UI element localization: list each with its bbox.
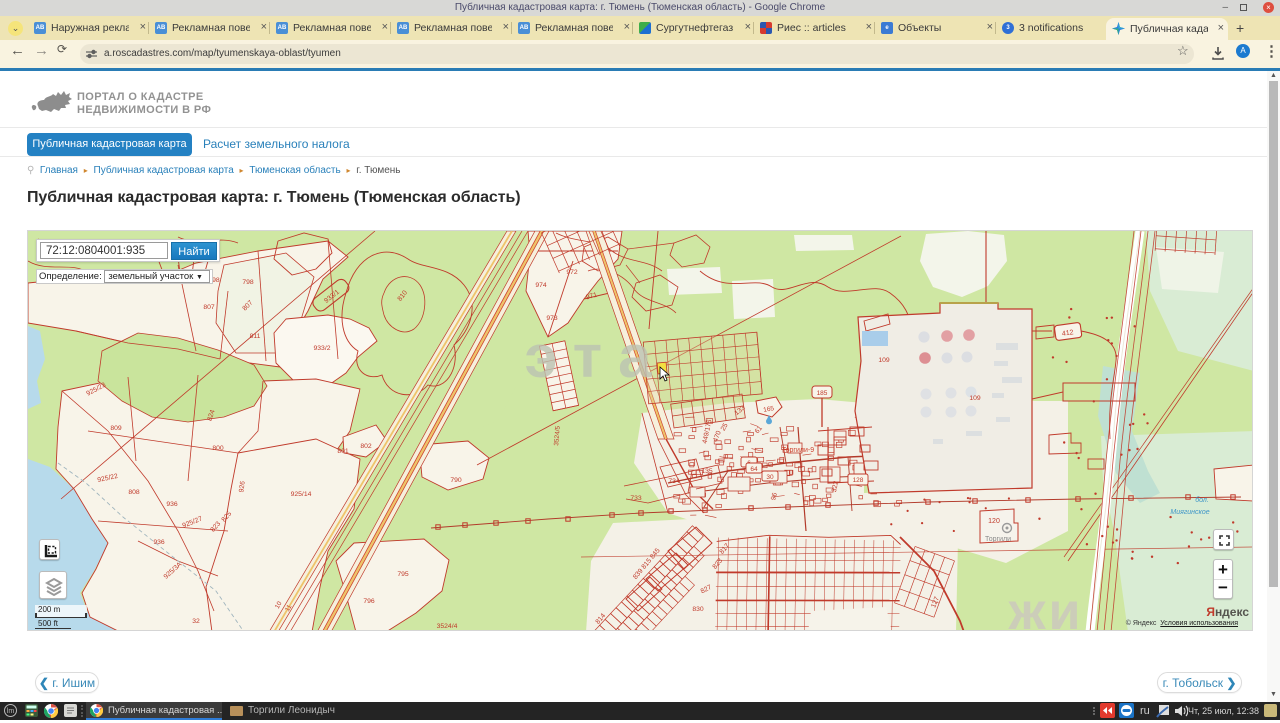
svg-text:973: 973 <box>546 315 558 322</box>
svg-text:790: 790 <box>450 477 462 484</box>
svg-text:3524/4: 3524/4 <box>437 623 458 630</box>
svg-text:972: 972 <box>566 269 578 276</box>
svg-text:64: 64 <box>750 466 758 473</box>
svg-text:808: 808 <box>128 489 140 496</box>
svg-text:Торгили: Торгили <box>985 536 1011 543</box>
svg-text:120: 120 <box>988 518 1000 525</box>
svg-text:128: 128 <box>853 477 864 484</box>
svg-text:32: 32 <box>192 618 200 625</box>
svg-text:734: 734 <box>668 478 680 485</box>
svg-text:974: 974 <box>535 282 547 289</box>
svg-text:109: 109 <box>878 357 890 364</box>
svg-text:807: 807 <box>203 304 215 311</box>
svg-text:796: 796 <box>363 598 375 605</box>
svg-text:811: 811 <box>250 333 261 340</box>
svg-text:бол.: бол. <box>1195 496 1209 504</box>
svg-text:798: 798 <box>242 279 254 286</box>
svg-text:802: 802 <box>360 443 372 450</box>
svg-text:936: 936 <box>153 539 165 546</box>
svg-text:795: 795 <box>397 571 409 578</box>
svg-text:733: 733 <box>630 495 642 502</box>
svg-text:Миягинское: Миягинское <box>1170 509 1209 516</box>
svg-text:830: 830 <box>692 606 704 613</box>
svg-text:эта: эта <box>524 323 667 390</box>
svg-text:30: 30 <box>766 474 774 481</box>
svg-text:933/2: 933/2 <box>313 345 330 352</box>
svg-text:135: 135 <box>701 468 713 475</box>
svg-text:109: 109 <box>969 395 981 402</box>
svg-text:809: 809 <box>110 425 122 432</box>
svg-text:936: 936 <box>166 501 178 508</box>
svg-text:800: 800 <box>212 445 224 452</box>
svg-text:жи: жи <box>1008 583 1084 631</box>
svg-text:185: 185 <box>817 390 828 397</box>
svg-text:801: 801 <box>337 448 349 455</box>
svg-text:925/14: 925/14 <box>291 491 312 498</box>
svg-text:Торгили-9: Торгили-9 <box>782 447 814 454</box>
